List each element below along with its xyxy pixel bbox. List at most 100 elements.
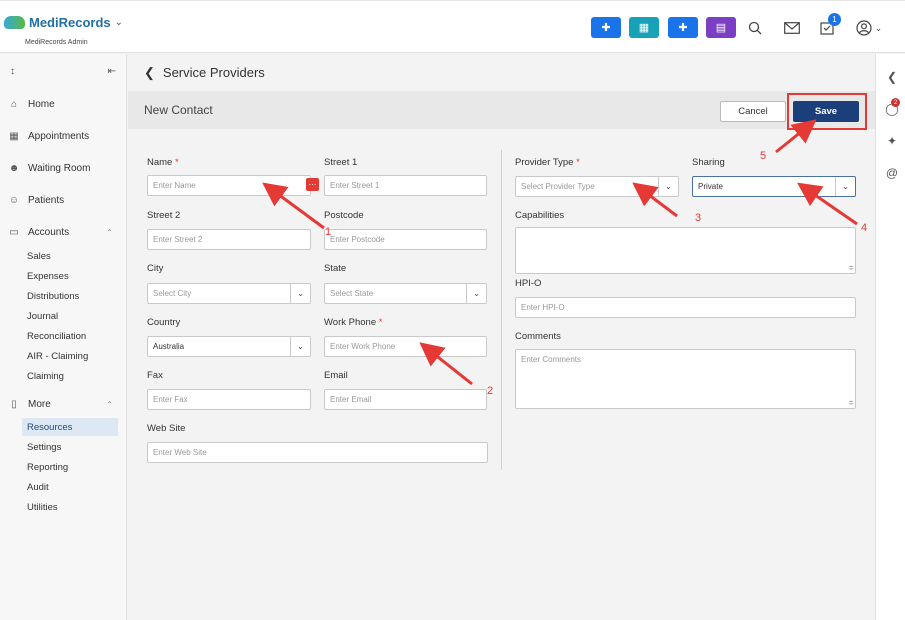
sidebar-subitem-resources[interactable]: Resources bbox=[22, 418, 118, 436]
medical-kit-button[interactable]: ✚ bbox=[668, 17, 698, 38]
postcode-input[interactable]: Enter Postcode bbox=[324, 229, 487, 250]
task-count-badge: 1 bbox=[828, 13, 841, 26]
annotation-label-3: 3 bbox=[695, 212, 702, 224]
sidebar-subitem-reporting[interactable]: Reporting bbox=[22, 458, 118, 476]
work-phone-label: Work Phone * bbox=[324, 317, 383, 328]
postcode-label: Postcode bbox=[324, 210, 364, 221]
pin-icon[interactable]: ↕ bbox=[10, 66, 15, 77]
chevron-down-icon[interactable]: ⌄ bbox=[466, 284, 486, 303]
medkit-icon: ✚ bbox=[678, 22, 688, 34]
top-bar: MediRecords ⌄ MediRecords Admin ✚ ▦ ✚ ▤ … bbox=[0, 0, 905, 53]
right-rail: ❮ ◯ 2 ✦ @ bbox=[875, 54, 905, 620]
main-content: ❮ Service Providers New Contact Cancel S… bbox=[128, 54, 875, 620]
sidebar-item-waiting-room[interactable]: ☻ Waiting Room bbox=[0, 159, 127, 177]
cancel-button[interactable]: Cancel bbox=[720, 101, 786, 122]
user-menu[interactable]: ⌄ bbox=[852, 18, 886, 38]
sidebar: ↕ ⇤ ⌂ Home ▦ Appointments ☻ Waiting Room… bbox=[0, 54, 127, 620]
chevron-down-icon: ⌄ bbox=[874, 22, 883, 33]
home-icon: ⌂ bbox=[10, 98, 18, 110]
sidebar-subitem-audit[interactable]: Audit bbox=[22, 478, 118, 496]
more-options-icon[interactable]: ⋯ bbox=[306, 178, 319, 191]
sidebar-subitem-air-claiming[interactable]: AIR - Claiming bbox=[22, 347, 118, 365]
sidebar-subitem-claiming[interactable]: Claiming bbox=[22, 367, 118, 385]
capabilities-label: Capabilities bbox=[515, 210, 565, 221]
user-icon bbox=[856, 20, 872, 36]
street2-label: Street 2 bbox=[147, 210, 181, 221]
chevron-down-icon[interactable]: ⌄ bbox=[658, 177, 678, 196]
capabilities-textarea[interactable]: ≑ bbox=[515, 227, 856, 274]
chevron-left-icon[interactable]: ❮ bbox=[885, 70, 899, 84]
chevron-down-icon[interactable]: ⌄ bbox=[290, 284, 310, 303]
annotation-label-1: 1 bbox=[325, 226, 332, 238]
sidebar-subitem-distributions[interactable]: Distributions bbox=[22, 287, 118, 305]
country-select-value: Australia bbox=[153, 342, 185, 351]
name-label: Name * bbox=[147, 157, 179, 168]
street2-input[interactable]: Enter Street 2 bbox=[147, 229, 311, 250]
save-highlight-box bbox=[787, 93, 867, 130]
hpio-label: HPI-O bbox=[515, 278, 542, 289]
sidebar-subitem-utilities[interactable]: Utilities bbox=[22, 498, 118, 516]
resize-handle-icon[interactable]: ≑ bbox=[848, 264, 854, 272]
resize-handle-icon[interactable]: ≑ bbox=[848, 399, 854, 407]
logo-mark-icon bbox=[4, 16, 25, 29]
sidebar-subitem-reconciliation[interactable]: Reconciliation bbox=[22, 327, 118, 345]
clipboard-button[interactable]: ▤ bbox=[706, 17, 736, 38]
name-input[interactable]: Enter Name bbox=[147, 175, 311, 196]
provider-type-select[interactable]: Select Provider Type ⌄ bbox=[515, 176, 679, 197]
annotation-label-2: 2 bbox=[487, 385, 494, 397]
sidebar-item-appointments[interactable]: ▦ Appointments bbox=[0, 127, 127, 145]
sharing-label: Sharing bbox=[692, 157, 725, 168]
sidebar-item-home[interactable]: ⌂ Home bbox=[0, 95, 127, 113]
work-phone-input[interactable]: Enter Work Phone bbox=[324, 336, 487, 357]
chevron-down-icon[interactable]: ⌄ bbox=[835, 177, 855, 196]
chevron-up-icon: ⌃ bbox=[106, 227, 113, 237]
sidebar-item-label: Home bbox=[28, 98, 55, 110]
pin-icon[interactable]: ✦ bbox=[885, 134, 899, 148]
state-label: State bbox=[324, 263, 347, 274]
back-chevron-icon[interactable]: ❮ bbox=[144, 65, 155, 81]
hpio-input[interactable]: Enter HPI-O bbox=[515, 297, 856, 318]
city-label: City bbox=[147, 263, 164, 274]
page-header: ❮ Service Providers bbox=[128, 54, 875, 91]
column-divider bbox=[501, 150, 502, 470]
sharing-select-value: Private bbox=[698, 182, 723, 191]
fax-input[interactable]: Enter Fax bbox=[147, 389, 311, 410]
sidebar-item-label: More bbox=[28, 398, 51, 410]
person-plus-icon: ✚ bbox=[601, 22, 611, 34]
state-select[interactable]: Select State ⌄ bbox=[324, 283, 487, 304]
app-logo[interactable]: MediRecords ⌄ bbox=[4, 15, 123, 30]
clipboard-icon: ▤ bbox=[715, 22, 727, 34]
comments-textarea[interactable]: Enter Comments ≑ bbox=[515, 349, 856, 409]
sidebar-subitem-settings[interactable]: Settings bbox=[22, 438, 118, 456]
add-patient-button[interactable]: ✚ bbox=[591, 17, 621, 38]
calendar-icon: ▦ bbox=[638, 22, 650, 34]
sidebar-subitem-journal[interactable]: Journal bbox=[22, 307, 118, 325]
sidebar-item-accounts[interactable]: ▭ Accounts ⌃ bbox=[0, 223, 127, 241]
street1-input[interactable]: Enter Street 1 bbox=[324, 175, 487, 196]
people-icon: ☻ bbox=[8, 162, 20, 174]
sidebar-item-patients[interactable]: ☺ Patients bbox=[0, 191, 127, 209]
folder-open-icon: ▯ bbox=[11, 398, 17, 410]
sidebar-subitem-expenses[interactable]: Expenses bbox=[22, 267, 118, 285]
email-input[interactable]: Enter Email bbox=[324, 389, 487, 410]
calendar-button[interactable]: ▦ bbox=[629, 17, 659, 38]
sidebar-item-more[interactable]: ▯ More ⌃ bbox=[0, 395, 127, 413]
website-label: Web Site bbox=[147, 423, 186, 434]
chevron-down-icon[interactable]: ⌄ bbox=[290, 337, 310, 356]
person-icon: ☺ bbox=[8, 194, 20, 206]
country-label: Country bbox=[147, 317, 181, 328]
chevron-down-icon[interactable]: ⌄ bbox=[115, 17, 123, 28]
country-select[interactable]: Australia ⌄ bbox=[147, 336, 311, 357]
sidebar-item-label: Patients bbox=[28, 194, 65, 206]
sidebar-subitem-sales[interactable]: Sales bbox=[22, 247, 118, 265]
collapse-sidebar-icon[interactable]: ⇤ bbox=[108, 66, 116, 77]
chevron-up-icon: ⌃ bbox=[106, 399, 113, 409]
mail-icon[interactable] bbox=[782, 18, 802, 38]
search-icon[interactable] bbox=[745, 18, 765, 38]
website-input[interactable]: Enter Web Site bbox=[147, 442, 488, 463]
fax-label: Fax bbox=[147, 370, 163, 381]
sharing-select[interactable]: Private ⌄ bbox=[692, 176, 856, 197]
annotation-label-5: 5 bbox=[760, 150, 767, 162]
at-icon[interactable]: @ bbox=[885, 166, 899, 180]
city-select[interactable]: Select City ⌄ bbox=[147, 283, 311, 304]
